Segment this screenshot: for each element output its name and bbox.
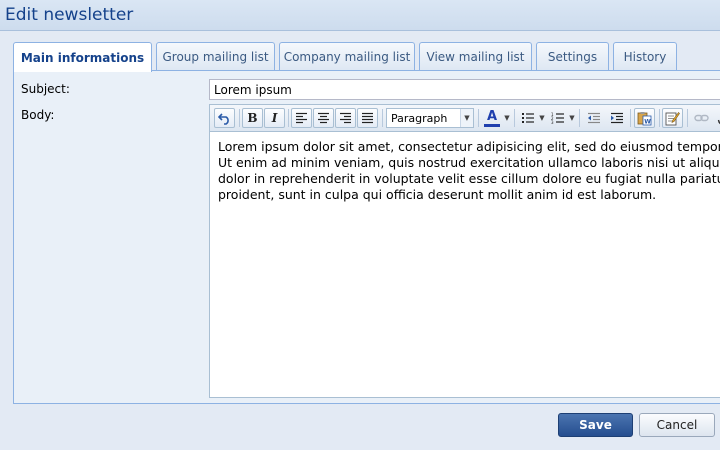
save-button[interactable]: Save — [558, 413, 633, 437]
insert-link-button[interactable] — [691, 108, 712, 128]
edit-newsletter-window: Edit newsletter Main informations Group … — [0, 0, 720, 450]
editor-content[interactable]: Lorem ipsum dolor sit amet, consectetur … — [218, 139, 720, 203]
body-rich-text-editor[interactable]: B I Paragraph ▼ A ▼ ▼ 1 2 3 ▼ W Lorem ip… — [209, 104, 720, 398]
tab-view-mailing-list[interactable]: View mailing list — [419, 42, 532, 71]
toolbar-separator — [288, 109, 289, 127]
outdent-button[interactable] — [583, 108, 604, 128]
edit-source-button[interactable] — [662, 108, 683, 128]
anchor-button[interactable] — [713, 108, 720, 128]
subject-input[interactable] — [209, 79, 720, 100]
editor-toolbar: B I Paragraph ▼ A ▼ ▼ 1 2 3 ▼ W — [210, 105, 720, 132]
svg-text:W: W — [644, 118, 651, 125]
tab-company-mailing-list[interactable]: Company mailing list — [279, 42, 415, 71]
font-color-bar — [484, 123, 500, 127]
align-justify-icon — [362, 112, 373, 124]
edit-document-icon — [665, 111, 680, 125]
cancel-button-label: Cancel — [656, 418, 698, 432]
tab-strip: Main informations Group mailing list Com… — [13, 42, 720, 72]
save-button-label: Save — [579, 418, 612, 432]
tab-label: View mailing list — [426, 50, 525, 64]
bullet-list-dropdown-icon[interactable]: ▼ — [537, 108, 547, 128]
tab-label: Group mailing list — [162, 50, 269, 64]
font-color-icon: A — [486, 108, 498, 124]
main-informations-panel: Subject: Body: B I — [13, 70, 720, 404]
link-icon — [694, 114, 709, 122]
undo-icon — [217, 113, 229, 125]
outdent-icon — [587, 112, 600, 124]
paste-word-icon: W — [637, 111, 652, 125]
bullet-list-icon — [521, 113, 534, 123]
undo-button[interactable] — [214, 108, 235, 128]
editor-text-line: Lorem ipsum dolor sit amet, consectetur … — [218, 139, 720, 154]
font-color-button[interactable]: A — [481, 108, 503, 128]
tab-label: Company mailing list — [283, 50, 411, 64]
numbered-list-dropdown-icon[interactable]: ▼ — [567, 108, 577, 128]
indent-button[interactable] — [606, 108, 627, 128]
chevron-down-icon: ▼ — [460, 109, 473, 127]
svg-text:3: 3 — [551, 120, 554, 124]
toolbar-separator — [687, 109, 688, 127]
align-right-icon — [340, 112, 351, 124]
align-center-button[interactable] — [313, 108, 334, 128]
toolbar-separator — [514, 109, 515, 127]
format-select-value: Paragraph — [391, 112, 448, 125]
tab-label: History — [623, 50, 667, 64]
toolbar-separator — [239, 109, 240, 127]
numbered-list-icon: 123 — [551, 112, 564, 124]
toolbar-separator — [579, 109, 580, 127]
tab-settings[interactable]: Settings — [536, 42, 609, 71]
align-right-button[interactable] — [335, 108, 356, 128]
italic-icon: I — [271, 111, 278, 125]
align-justify-button[interactable] — [357, 108, 378, 128]
align-left-icon — [296, 112, 307, 124]
align-left-button[interactable] — [291, 108, 312, 128]
toolbar-separator — [630, 109, 631, 127]
tab-label: Main informations — [20, 50, 145, 65]
toolbar-separator — [382, 109, 383, 127]
bold-icon: B — [247, 111, 258, 125]
editor-text-line: Ut enim ad minim veniam, quis nostrud ex… — [218, 155, 720, 170]
tab-main-informations[interactable]: Main informations — [13, 42, 152, 72]
editor-text-line: dolor in reprehenderit in voluptate veli… — [218, 171, 720, 186]
bold-button[interactable]: B — [242, 108, 263, 128]
align-center-icon — [318, 112, 329, 124]
paste-from-word-button[interactable]: W — [634, 108, 655, 128]
subject-label: Subject: — [21, 82, 70, 96]
body-label: Body: — [21, 108, 55, 122]
font-color-dropdown-icon[interactable]: ▼ — [502, 108, 512, 128]
indent-icon — [610, 112, 623, 124]
tab-label: Settings — [547, 50, 598, 64]
bullet-list-button[interactable] — [517, 108, 538, 128]
tab-history[interactable]: History — [613, 42, 677, 71]
italic-button[interactable]: I — [264, 108, 285, 128]
toolbar-separator — [478, 109, 479, 127]
cancel-button[interactable]: Cancel — [639, 413, 715, 437]
tab-group-mailing-list[interactable]: Group mailing list — [156, 42, 275, 71]
toolbar-separator — [659, 109, 660, 127]
editor-text-line: proident, sunt in culpa qui officia dese… — [218, 187, 657, 202]
numbered-list-button[interactable]: 123 — [547, 108, 568, 128]
window-title: Edit newsletter — [5, 5, 134, 25]
format-block-select[interactable]: Paragraph ▼ — [386, 108, 474, 128]
window-title-bar: Edit newsletter — [0, 0, 720, 31]
anchor-icon — [717, 119, 720, 124]
